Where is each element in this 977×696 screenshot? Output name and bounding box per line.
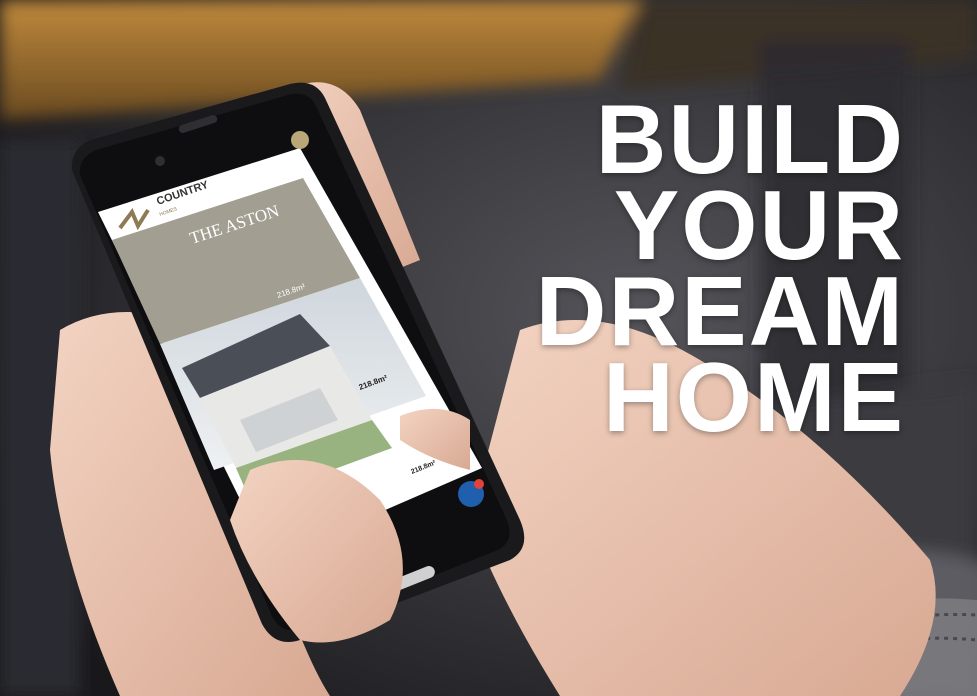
menu-icon[interactable]	[291, 131, 309, 149]
notification-badge	[474, 479, 484, 489]
photo-scene: COUNTRY HOMES THE ASTON 218.8m² 218.8m² …	[0, 0, 977, 696]
headline: BUILD YOUR DREAM HOME	[536, 90, 905, 452]
headline-line-4: HOME	[603, 342, 905, 452]
